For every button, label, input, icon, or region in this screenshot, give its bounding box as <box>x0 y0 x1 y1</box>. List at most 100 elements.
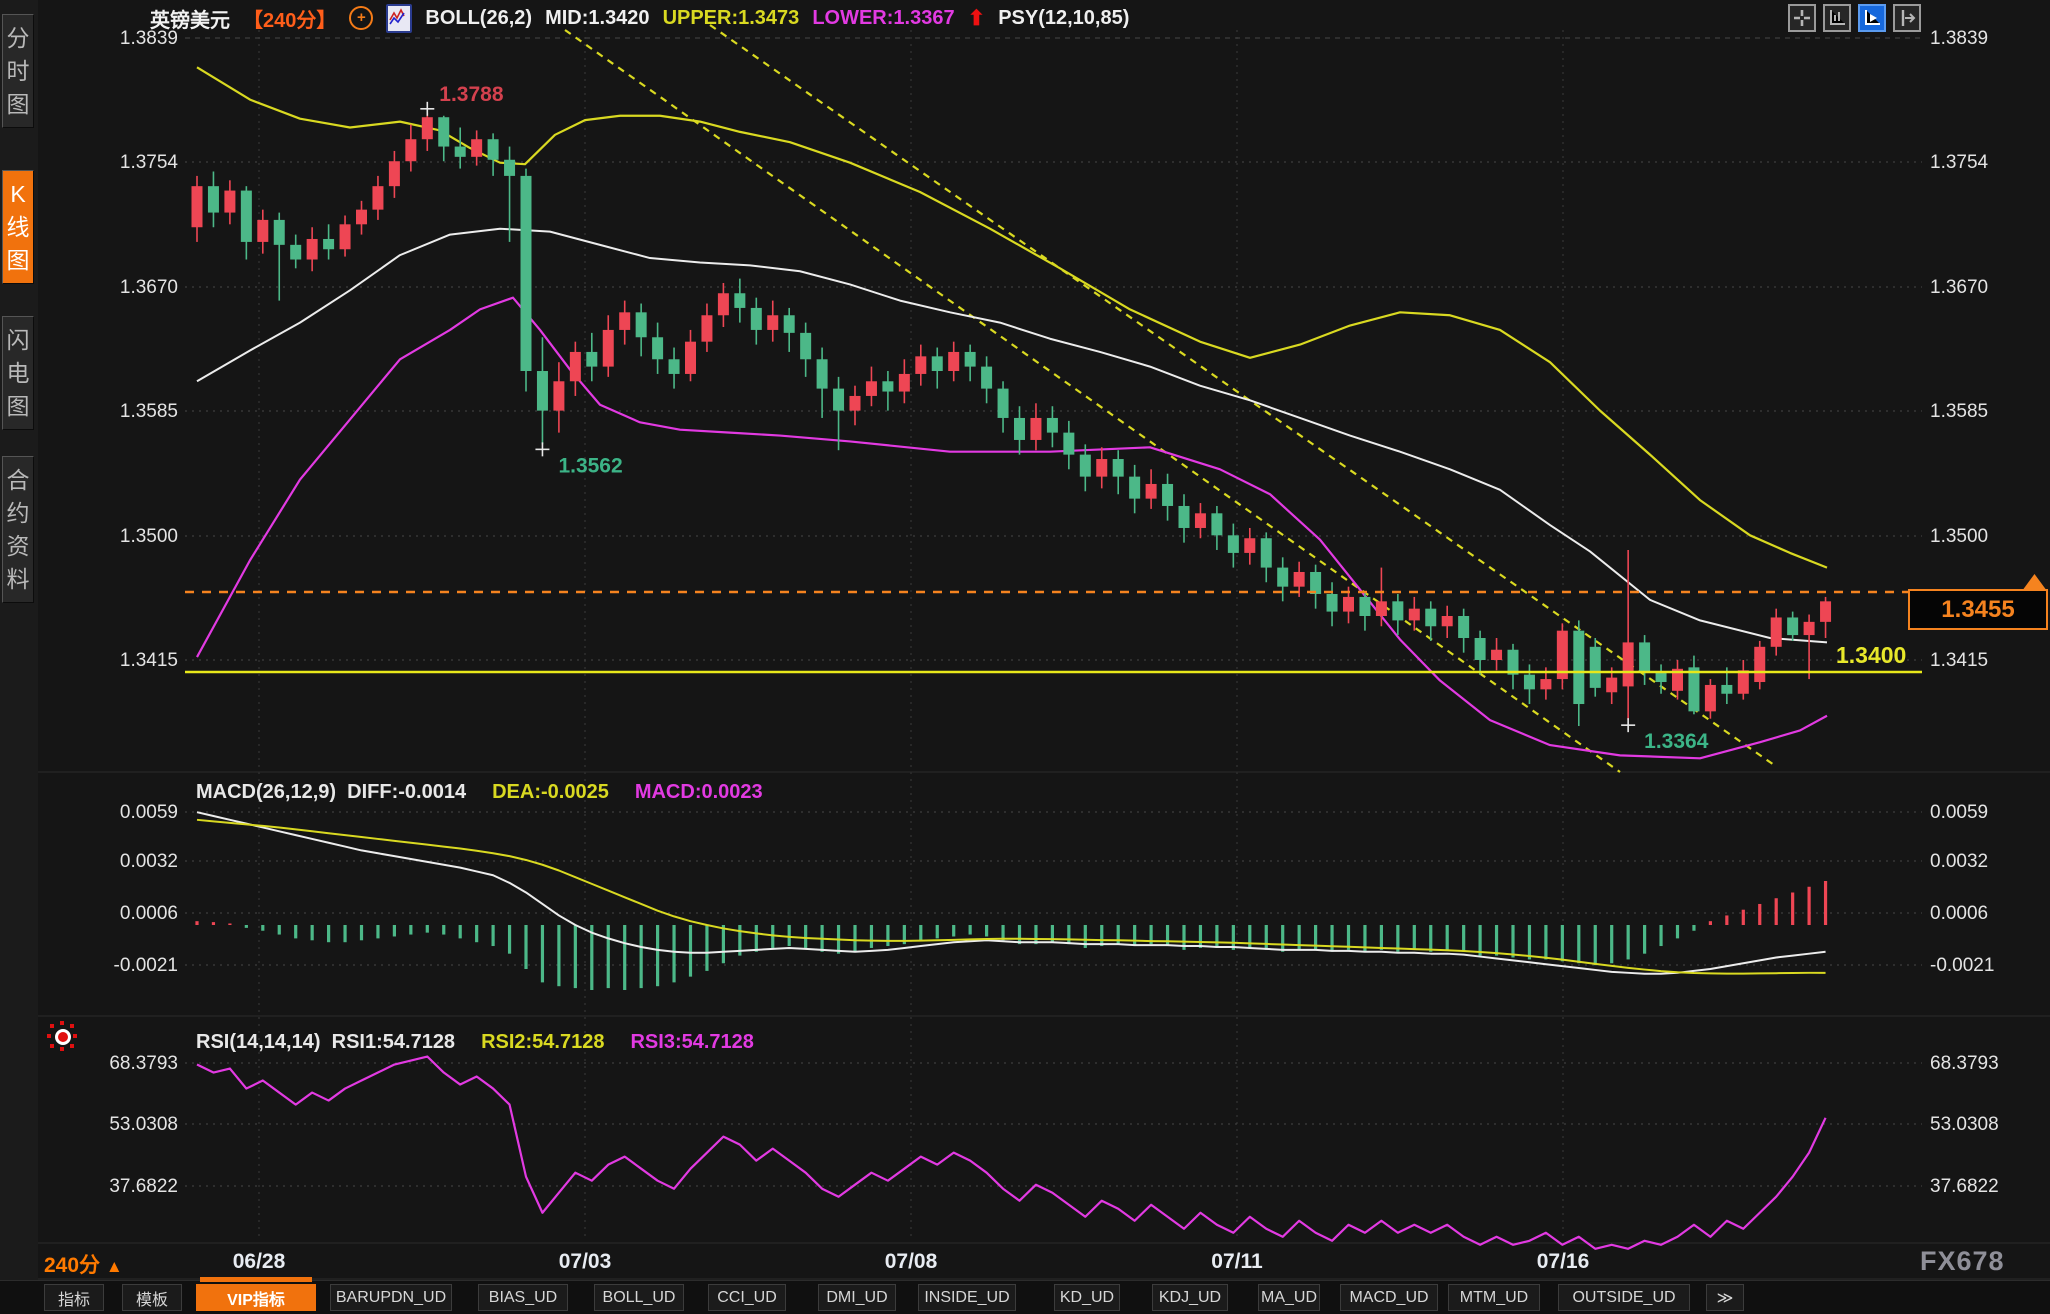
candle-body <box>800 333 811 359</box>
date-axis-label: 07/16 <box>1537 1250 1590 1273</box>
pan-right-tool-icon[interactable] <box>1893 4 1921 32</box>
support-hline-label: 1.3400 <box>1836 642 1906 668</box>
candle-body <box>192 186 203 227</box>
candle-body <box>241 191 252 242</box>
price-axis-label-right: 1.3839 <box>1930 28 1988 49</box>
rsi-axis-label-right: 37.6822 <box>1930 1176 1999 1197</box>
candle-body <box>488 139 499 160</box>
chart-canvas[interactable]: 1.34001.38391.38391.37541.37541.36701.36… <box>0 0 2050 1314</box>
candle-body <box>685 342 696 374</box>
candle-body <box>1211 513 1222 535</box>
bottom-tab-7[interactable]: CCI_UD <box>708 1284 786 1311</box>
candle-body <box>1113 459 1124 477</box>
macd-title: MACD(26,12,9) DIFF:-0.0014 <box>196 781 466 804</box>
bottom-tab-10[interactable]: KD_UD <box>1054 1284 1120 1311</box>
up-arrow-icon: ⬆ <box>968 6 986 31</box>
bottom-tab-14[interactable]: MTM_UD <box>1448 1284 1540 1311</box>
trendline <box>565 30 1620 772</box>
candle-body <box>1590 647 1601 688</box>
price-axis-label-right: 1.3415 <box>1930 650 1988 671</box>
annotation-high-label: 1.3788 <box>439 83 504 106</box>
chart-scrollbar-thumb[interactable] <box>200 1277 312 1282</box>
candle-body <box>224 191 235 213</box>
sidebar-item-char: 图 <box>7 91 30 117</box>
candle-body <box>1162 484 1173 506</box>
candle-body <box>586 352 597 367</box>
bottom-tab-4[interactable]: BARUPDN_UD <box>330 1284 452 1311</box>
candle-body <box>619 312 630 330</box>
boll-mid-value: MID:1.3420 <box>545 7 650 30</box>
sidebar-item-char: 线 <box>7 214 30 240</box>
macd-axis-label-right: 0.0059 <box>1930 802 1988 823</box>
axis-scale-tool-icon[interactable] <box>1823 4 1851 32</box>
sidebar-item-char: 约 <box>7 500 30 526</box>
left-sidebar: 分时图 K线图闪电图合约资料 <box>0 0 38 1314</box>
candle-body <box>471 139 482 157</box>
sidebar-item-char: 时 <box>7 58 30 84</box>
bottom-tab-11[interactable]: KDJ_UD <box>1152 1284 1228 1311</box>
sidebar-item-char: 料 <box>7 566 30 592</box>
candle-body <box>1146 484 1157 499</box>
candle-body <box>1096 459 1107 477</box>
sidebar-item-3[interactable]: 闪电图 <box>2 316 34 430</box>
sidebar-item-char: 资 <box>7 533 30 559</box>
date-axis-label: 07/03 <box>559 1250 612 1273</box>
sidebar-item-char: 分 <box>7 25 30 51</box>
bottom-tab-13[interactable]: MACD_UD <box>1340 1284 1438 1311</box>
candle-body <box>1705 685 1716 711</box>
candle-body <box>1458 616 1469 638</box>
bottom-tab-1[interactable]: 指标 <box>44 1284 104 1311</box>
candle-body <box>438 117 449 146</box>
candle-body <box>1573 631 1584 704</box>
candle-body <box>1063 433 1074 455</box>
candle-body <box>570 352 581 381</box>
price-axis-label-left: 1.3585 <box>120 401 178 422</box>
sidebar-item-1[interactable]: 分时图 <box>2 14 34 128</box>
candle-body <box>1376 601 1387 616</box>
candle-body <box>998 389 1009 418</box>
mini-chart-icon[interactable] <box>386 4 412 33</box>
candle-body <box>981 367 992 389</box>
bottom-tab-16[interactable]: ≫ <box>1706 1284 1744 1311</box>
candle-body <box>307 239 318 260</box>
candle-body <box>1656 672 1667 682</box>
candle-body <box>1359 597 1370 616</box>
bottom-tab-9[interactable]: INSIDE_UD <box>918 1284 1016 1311</box>
rsi-label-row: RSI(14,14,14) RSI1:54.7128 RSI2:54.7128 … <box>196 1031 754 1054</box>
chart-header: 英镑美元 【240分】 + BOLL(26,2) MID:1.3420 UPPE… <box>150 3 1129 33</box>
footer-period-selector[interactable]: 240分 ▲ <box>44 1249 123 1279</box>
macd-axis-label-left: -0.0021 <box>114 955 178 976</box>
candle-body <box>504 160 515 176</box>
add-indicator-icon[interactable]: + <box>349 6 373 30</box>
macd-dea-value: DEA:-0.0025 <box>492 781 609 804</box>
price-axis-label-right: 1.3585 <box>1930 401 1988 422</box>
bottom-tab-6[interactable]: BOLL_UD <box>594 1284 684 1311</box>
bottom-tab-15[interactable]: OUTSIDE_UD <box>1558 1284 1690 1311</box>
sidebar-item-2[interactable]: K线图 <box>2 170 34 284</box>
bottom-tab-3[interactable]: VIP指标 <box>196 1284 316 1311</box>
rsi-line <box>197 1057 1826 1249</box>
play-chart-tool-icon[interactable] <box>1858 4 1886 32</box>
candle-body <box>553 381 564 410</box>
last-price-box: 1.3455 <box>1908 589 2048 630</box>
candle-body <box>1129 477 1140 499</box>
candle-body <box>1425 609 1436 627</box>
macd-label-row: MACD(26,12,9) DIFF:-0.0014 DEA:-0.0025 M… <box>196 781 763 804</box>
candle-body <box>1030 418 1041 440</box>
candle-body <box>1261 538 1272 567</box>
sidebar-item-4[interactable]: 合约资料 <box>2 456 34 603</box>
price-axis-label-right: 1.3754 <box>1930 152 1989 173</box>
bottom-tab-12[interactable]: MA_UD <box>1258 1284 1320 1311</box>
bottom-tab-2[interactable]: 模板 <box>122 1284 182 1311</box>
candle-body <box>1721 685 1732 694</box>
bottom-tab-8[interactable]: DMI_UD <box>818 1284 896 1311</box>
crosshair-tool-icon[interactable] <box>1788 4 1816 32</box>
candle-body <box>1540 679 1551 689</box>
bottom-tab-5[interactable]: BIAS_UD <box>478 1284 568 1311</box>
candle-body <box>767 315 778 330</box>
rsi-title: RSI(14,14,14) RSI1:54.7128 <box>196 1031 455 1054</box>
candle-body <box>652 337 663 359</box>
candle-body <box>1442 616 1453 626</box>
boll-lower-value: LOWER:1.3367 <box>812 7 954 30</box>
candle-body <box>1195 513 1206 528</box>
